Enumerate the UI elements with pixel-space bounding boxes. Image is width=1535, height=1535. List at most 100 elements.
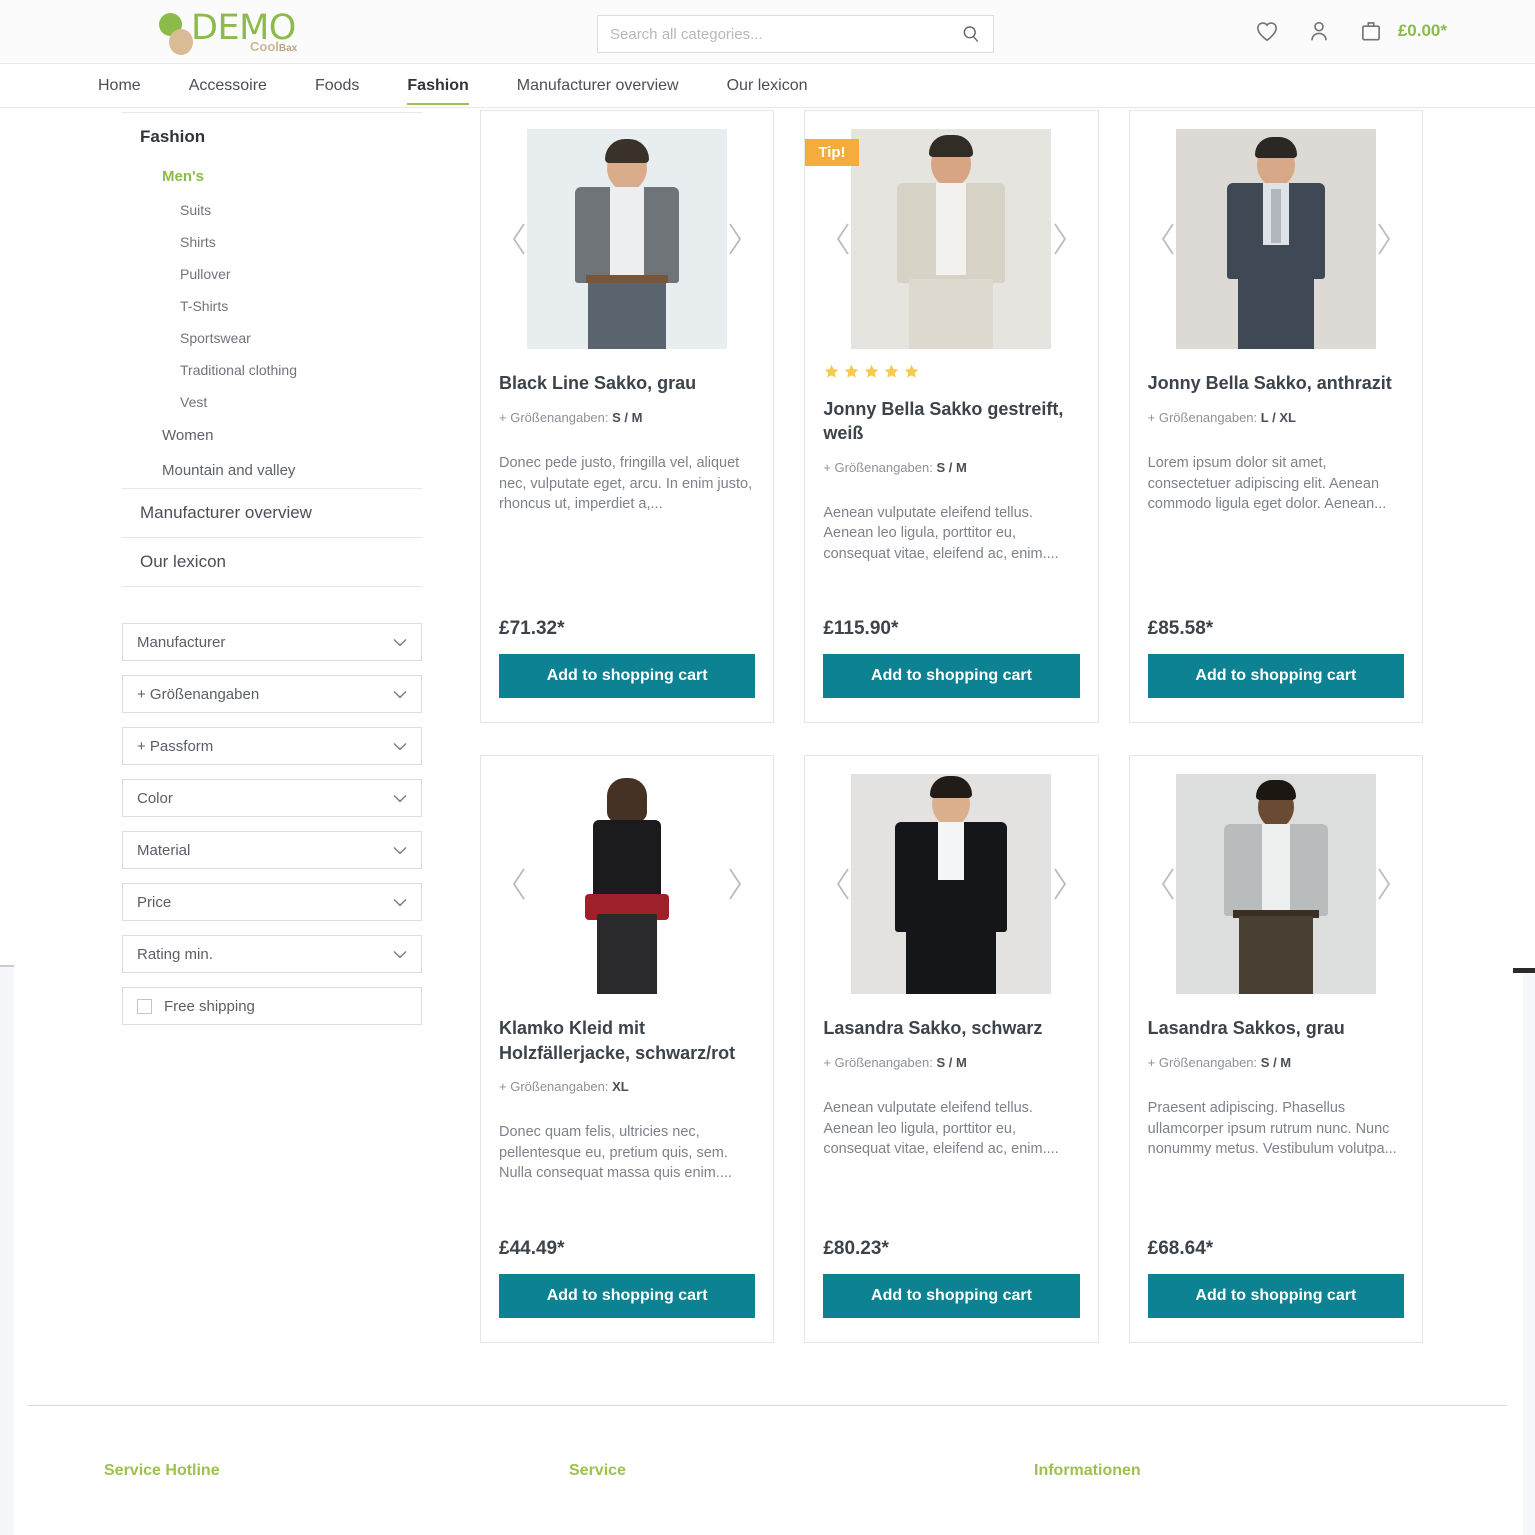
carousel-next-icon[interactable]	[1372, 867, 1394, 901]
product-title[interactable]: Jonny Bella Sakko gestreift, weiß	[823, 397, 1079, 446]
free-shipping-check-wrap[interactable]: Free shipping	[137, 998, 255, 1015]
viewport-edge-marker	[1513, 968, 1535, 973]
sidebar-item-mens[interactable]: Men's	[122, 159, 422, 194]
product-description: Donec pede justo, fringilla vel, aliquet…	[499, 455, 753, 513]
footer-heading-service: Service	[569, 1461, 626, 1479]
product-description: Praesent adipiscing. Phasellus ullamcorp…	[1147, 1100, 1397, 1158]
product-card[interactable]: Lasandra Sakko, schwarz + Größenangaben:…	[804, 755, 1099, 1343]
sidebar-item-shirts[interactable]: Shirts	[122, 226, 422, 258]
product-size: + Größenangaben: S / M	[823, 1055, 1079, 1070]
filter-passform[interactable]: + Passform	[122, 727, 422, 765]
search-bar[interactable]	[597, 15, 994, 53]
product-card[interactable]: Klamko Kleid mit Holzfällerjacke, schwar…	[480, 755, 775, 1343]
carousel-prev-icon[interactable]	[509, 867, 531, 901]
add-to-cart-button[interactable]: Add to shopping cart	[823, 1273, 1080, 1318]
filter-groessenangaben[interactable]: + Größenangaben	[122, 675, 422, 713]
product-size-value: S / M	[612, 410, 643, 425]
product-price: £71.32*	[499, 618, 565, 640]
product-size-label: + Größenangaben:	[1147, 1055, 1258, 1071]
sidebar-item-suits[interactable]: Suits	[122, 194, 422, 226]
product-title[interactable]: Klamko Kleid mit Holzfällerjacke, schwar…	[499, 1016, 755, 1065]
product-size-value: L / XL	[1260, 410, 1296, 425]
carousel-prev-icon[interactable]	[833, 867, 855, 901]
product-card[interactable]: Black Line Sakko, grau + Größenangaben: …	[480, 110, 775, 724]
add-to-cart-button[interactable]: Add to shopping cart	[1147, 654, 1404, 699]
carousel-next-icon[interactable]	[1048, 867, 1070, 901]
viewport-edge-left	[0, 965, 14, 1535]
cart-icon[interactable]	[1358, 18, 1384, 44]
sidebar-divider	[122, 586, 422, 587]
product-image-carousel	[1148, 774, 1404, 995]
nav-item-home[interactable]: Home	[98, 64, 165, 108]
logo-subtitle-main: Cool	[250, 39, 279, 54]
heart-icon[interactable]	[1254, 18, 1280, 44]
sidebar-item-tshirts[interactable]: T-Shirts	[122, 290, 422, 322]
category-title-fashion[interactable]: Fashion	[122, 113, 422, 159]
sidebar-item-sportswear[interactable]: Sportswear	[122, 322, 422, 354]
product-image	[851, 774, 1052, 995]
account-icon[interactable]	[1306, 18, 1332, 44]
product-card[interactable]: Jonny Bella Sakko, anthrazit + Größenang…	[1128, 110, 1423, 724]
product-size: + Größenangaben: S / M	[1148, 1055, 1404, 1070]
filter-panel: Manufacturer + Größenangaben + Passform …	[122, 623, 422, 1025]
product-title[interactable]: Jonny Bella Sakko, anthrazit	[1148, 371, 1404, 396]
carousel-prev-icon[interactable]	[1158, 222, 1180, 256]
product-size-label: + Größenangaben:	[499, 1078, 609, 1094]
sidebar-item-vest[interactable]: Vest	[122, 386, 422, 418]
add-to-cart-button[interactable]: Add to shopping cart	[499, 1273, 756, 1318]
product-size-value: XL	[612, 1078, 629, 1094]
add-to-cart-button[interactable]: Add to shopping cart	[1147, 1273, 1404, 1318]
filter-rating-min-label: Rating min.	[137, 945, 213, 963]
add-to-cart-button[interactable]: Add to shopping cart	[499, 654, 756, 699]
nav-item-accessoire[interactable]: Accessoire	[165, 64, 291, 108]
filter-material[interactable]: Material	[122, 831, 422, 869]
filter-color-label: Color	[137, 789, 173, 807]
free-shipping-label: Free shipping	[164, 997, 255, 1015]
header-actions: £0.00*	[1254, 18, 1447, 44]
product-price: £80.23*	[823, 1237, 889, 1259]
sidebar-item-pullover[interactable]: Pullover	[122, 258, 422, 290]
nav-item-manufacturer-overview[interactable]: Manufacturer overview	[493, 64, 703, 108]
filter-free-shipping[interactable]: Free shipping	[122, 987, 422, 1025]
product-price: £115.90*	[823, 618, 899, 640]
product-size-value: S / M	[936, 1055, 967, 1071]
add-to-cart-button[interactable]: Add to shopping cart	[823, 654, 1080, 699]
carousel-next-icon[interactable]	[723, 867, 745, 901]
filter-passform-label: + Passform	[137, 737, 214, 755]
product-title[interactable]: Black Line Sakko, grau	[499, 371, 755, 396]
carousel-next-icon[interactable]	[1372, 222, 1394, 256]
product-card[interactable]: Lasandra Sakkos, grau + Größenangaben: S…	[1128, 755, 1423, 1343]
carousel-prev-icon[interactable]	[833, 222, 855, 256]
filter-price[interactable]: Price	[122, 883, 422, 921]
carousel-prev-icon[interactable]	[1158, 867, 1180, 901]
sidebar-item-women[interactable]: Women	[122, 418, 422, 453]
sidebar-item-mountain-and-valley[interactable]: Mountain and valley	[122, 453, 422, 488]
product-price: £44.49*	[499, 1237, 565, 1259]
sidebar-link-manufacturer-overview[interactable]: Manufacturer overview	[122, 488, 422, 537]
star-icon	[905, 364, 919, 378]
cart-total[interactable]: £0.00*	[1398, 21, 1447, 41]
nav-item-our-lexicon[interactable]: Our lexicon	[703, 64, 832, 108]
carousel-prev-icon[interactable]	[509, 222, 531, 256]
carousel-next-icon[interactable]	[1048, 222, 1070, 256]
filter-rating-min[interactable]: Rating min.	[122, 935, 422, 973]
nav-item-foods[interactable]: Foods	[291, 64, 383, 108]
filter-color[interactable]: Color	[122, 779, 422, 817]
sidebar: Fashion Men's Suits Shirts Pullover T-Sh…	[122, 108, 422, 1343]
search-input[interactable]	[610, 25, 961, 43]
sidebar-link-our-lexicon[interactable]: Our lexicon	[122, 537, 422, 586]
chevron-down-icon	[393, 638, 407, 646]
product-title[interactable]: Lasandra Sakko, schwarz	[823, 1016, 1079, 1041]
carousel-next-icon[interactable]	[723, 222, 745, 256]
free-shipping-checkbox[interactable]	[137, 998, 152, 1014]
logo-subtitle-accent: Bax	[278, 43, 298, 54]
product-image-carousel	[823, 129, 1079, 349]
filter-manufacturer[interactable]: Manufacturer	[122, 623, 422, 661]
star-icon	[825, 364, 839, 378]
product-title[interactable]: Lasandra Sakkos, grau	[1148, 1016, 1404, 1041]
site-logo[interactable]: DEMO CoolBax	[155, 6, 298, 58]
nav-item-fashion[interactable]: Fashion	[383, 64, 492, 108]
search-icon[interactable]	[961, 24, 981, 44]
product-card[interactable]: Tip! Jonny Bella Sakko gestreift, weiß +…	[804, 110, 1099, 724]
sidebar-item-traditional-clothing[interactable]: Traditional clothing	[122, 354, 422, 386]
